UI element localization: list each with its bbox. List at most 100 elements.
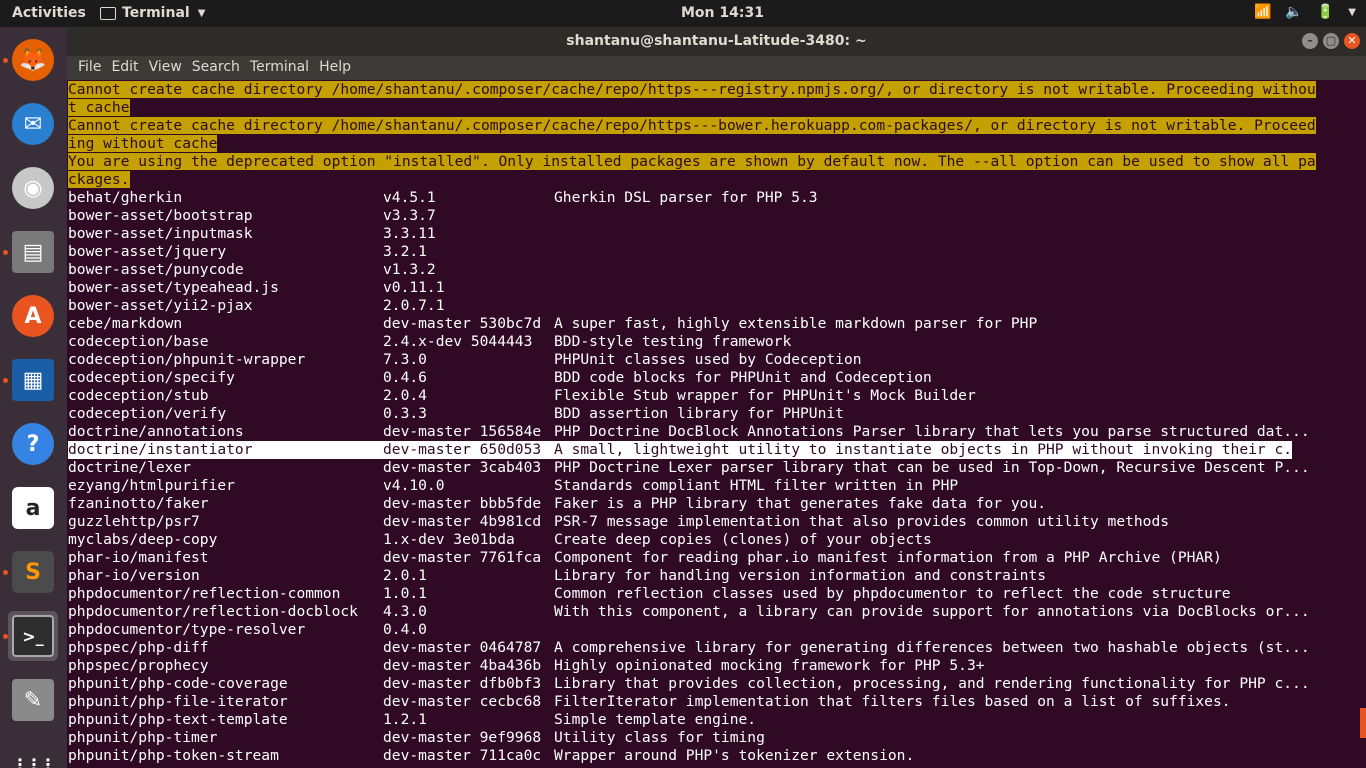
thunderbird-icon: ✉: [12, 103, 54, 145]
scrollbar-thumb[interactable]: [1360, 708, 1366, 738]
warning-line: ing without cache: [68, 135, 218, 153]
dock-apps[interactable]: ⋮⋮⋮: [8, 739, 58, 768]
package-desc: PHPUnit classes used by Codeception: [554, 351, 862, 368]
package-version: dev-master 156584e: [383, 423, 542, 440]
package-row: phpdocumentor/reflection-docblock 4.3.0 Wi…: [68, 603, 1358, 621]
package-version: v4.5.1: [383, 189, 436, 206]
warning-text: You are using the deprecated option "ins…: [68, 153, 1316, 170]
app-menu[interactable]: Terminal ▼: [100, 5, 205, 21]
warning-line: ckages.: [68, 171, 130, 189]
maximize-button[interactable]: ▢: [1323, 33, 1339, 49]
menu-search[interactable]: Search: [187, 56, 245, 80]
package-version: dev-master 530bc7d: [383, 315, 542, 332]
package-name: cebe/markdown: [68, 315, 183, 332]
package-row: codeception/specify 0.4.6 BDD code blocks …: [68, 369, 1358, 387]
warning-line: t cache: [68, 99, 130, 117]
package-desc: Common reflection classes used by phpdoc…: [554, 585, 1231, 602]
warning-text: ckages.: [68, 171, 130, 188]
package-name: ezyang/htmlpurifier: [68, 477, 235, 494]
package-version: v0.11.1: [383, 279, 445, 296]
package-version: dev-master 0464787: [383, 639, 542, 656]
warning-text: ing without cache: [68, 135, 218, 152]
running-indicator: [3, 570, 8, 575]
package-row: phpunit/php-text-template 1.2.1 Simple tem…: [68, 711, 1358, 729]
package-row: ezyang/htmlpurifier v4.10.0 Standards comp…: [68, 477, 1358, 495]
package-version: v4.10.0: [383, 477, 445, 494]
package-name: phpunit/php-file-iterator: [68, 693, 288, 710]
dock-help[interactable]: ?: [8, 419, 58, 469]
running-indicator: [3, 58, 8, 63]
package-version: dev-master 3cab403: [383, 459, 542, 476]
package-name: bower-asset/bootstrap: [68, 207, 253, 224]
volume-icon: 🔈: [1285, 4, 1303, 20]
dock-rhythmbox[interactable]: ◉: [8, 163, 58, 213]
dock-terminal[interactable]: >_: [8, 611, 58, 661]
menu-file[interactable]: File: [73, 56, 106, 80]
package-name: codeception/base: [68, 333, 209, 350]
package-row: phpunit/php-timer dev-master 9ef9968 Utili…: [68, 729, 1358, 747]
package-row: bower-asset/inputmask 3.3.11: [68, 225, 1358, 243]
warning-line: Cannot create cache directory /home/shan…: [68, 81, 1316, 99]
package-desc: Faker is a PHP library that generates fa…: [554, 495, 1047, 512]
package-desc: Library that provides collection, proces…: [554, 675, 1310, 692]
dock-sublime[interactable]: S: [8, 547, 58, 597]
system-status-area[interactable]: 📶 🔈 🔋 ▼: [1254, 4, 1356, 20]
package-name: phpunit/php-text-template: [68, 711, 288, 728]
sublime-icon: S: [12, 551, 54, 593]
package-name: bower-asset/yii2-pjax: [68, 297, 253, 314]
dock-thunderbird[interactable]: ✉: [8, 99, 58, 149]
package-version: 1.2.1: [383, 711, 427, 728]
menu-edit[interactable]: Edit: [106, 56, 143, 80]
package-desc: PHP Doctrine DocBlock Annotations Parser…: [554, 423, 1310, 440]
package-row: bower-asset/punycode v1.3.2: [68, 261, 1358, 279]
package-name: guzzlehttp/psr7: [68, 513, 200, 530]
package-name: doctrine/annotations: [68, 423, 244, 440]
close-button[interactable]: ✕: [1344, 33, 1360, 49]
package-row: bower-asset/typeahead.js v0.11.1: [68, 279, 1358, 297]
package-version: 0.4.6: [383, 369, 427, 386]
files-icon: ▤: [12, 231, 54, 273]
package-row: myclabs/deep-copy 1.x-dev 3e01bda Create d…: [68, 531, 1358, 549]
dock-firefox[interactable]: 🦊: [8, 35, 58, 85]
menu-terminal[interactable]: Terminal: [245, 56, 314, 80]
package-row: bower-asset/yii2-pjax 2.0.7.1: [68, 297, 1358, 315]
package-version: 2.0.4: [383, 387, 427, 404]
dock-software[interactable]: A: [8, 291, 58, 341]
package-row: phpspec/php-diff dev-master 0464787 A comp…: [68, 639, 1358, 657]
menu-view[interactable]: View: [144, 56, 187, 80]
package-desc: PSR-7 message implementation that also p…: [554, 513, 1170, 530]
caret-down-icon: ▼: [197, 7, 206, 19]
dock-files[interactable]: ▤: [8, 227, 58, 277]
package-desc: Utility class for timing: [554, 729, 765, 746]
window-titlebar[interactable]: shantanu@shantanu-Latitude-3480: ~ – ▢ ✕: [67, 27, 1366, 56]
menu-help[interactable]: Help: [314, 56, 356, 80]
package-name: bower-asset/typeahead.js: [68, 279, 279, 296]
help-icon: ?: [12, 423, 54, 465]
package-row: bower-asset/jquery 3.2.1: [68, 243, 1358, 261]
package-name: phpdocumentor/reflection-docblock: [68, 603, 358, 620]
package-row: phpdocumentor/type-resolver 0.4.0: [68, 621, 1358, 639]
package-version: dev-master 711ca0c: [383, 747, 542, 764]
terminal-output[interactable]: Cannot create cache directory /home/shan…: [67, 80, 1366, 768]
clock[interactable]: Mon 14:31: [681, 5, 764, 21]
package-version: dev-master 4b981cd: [383, 513, 542, 530]
package-row: fzaninotto/faker dev-master bbb5fde Faker …: [68, 495, 1358, 513]
warning-line: You are using the deprecated option "ins…: [68, 153, 1316, 171]
dock-writer[interactable]: ▦: [8, 355, 58, 405]
package-row: doctrine/lexer dev-master 3cab403 PHP Doct…: [68, 459, 1358, 477]
package-row: phar-io/manifest dev-master 7761fca Compon…: [68, 549, 1358, 567]
running-indicator: [3, 250, 8, 255]
package-name: phpdocumentor/type-resolver: [68, 621, 306, 638]
warning-line: Cannot create cache directory /home/shan…: [68, 117, 1316, 135]
package-name: myclabs/deep-copy: [68, 531, 218, 548]
caret-down-icon: ▼: [1348, 6, 1356, 18]
package-name: phpunit/php-code-coverage: [68, 675, 288, 692]
dock-editor[interactable]: ✎: [8, 675, 58, 725]
package-desc: Library for handling version information…: [554, 567, 1047, 584]
menu-bar: File Edit View Search Terminal Help: [67, 56, 1366, 80]
package-version: 4.3.0: [383, 603, 427, 620]
package-name: behat/gherkin: [68, 189, 183, 206]
minimize-button[interactable]: –: [1302, 33, 1318, 49]
dock-amazon[interactable]: a: [8, 483, 58, 533]
activities-button[interactable]: Activities: [12, 5, 86, 21]
